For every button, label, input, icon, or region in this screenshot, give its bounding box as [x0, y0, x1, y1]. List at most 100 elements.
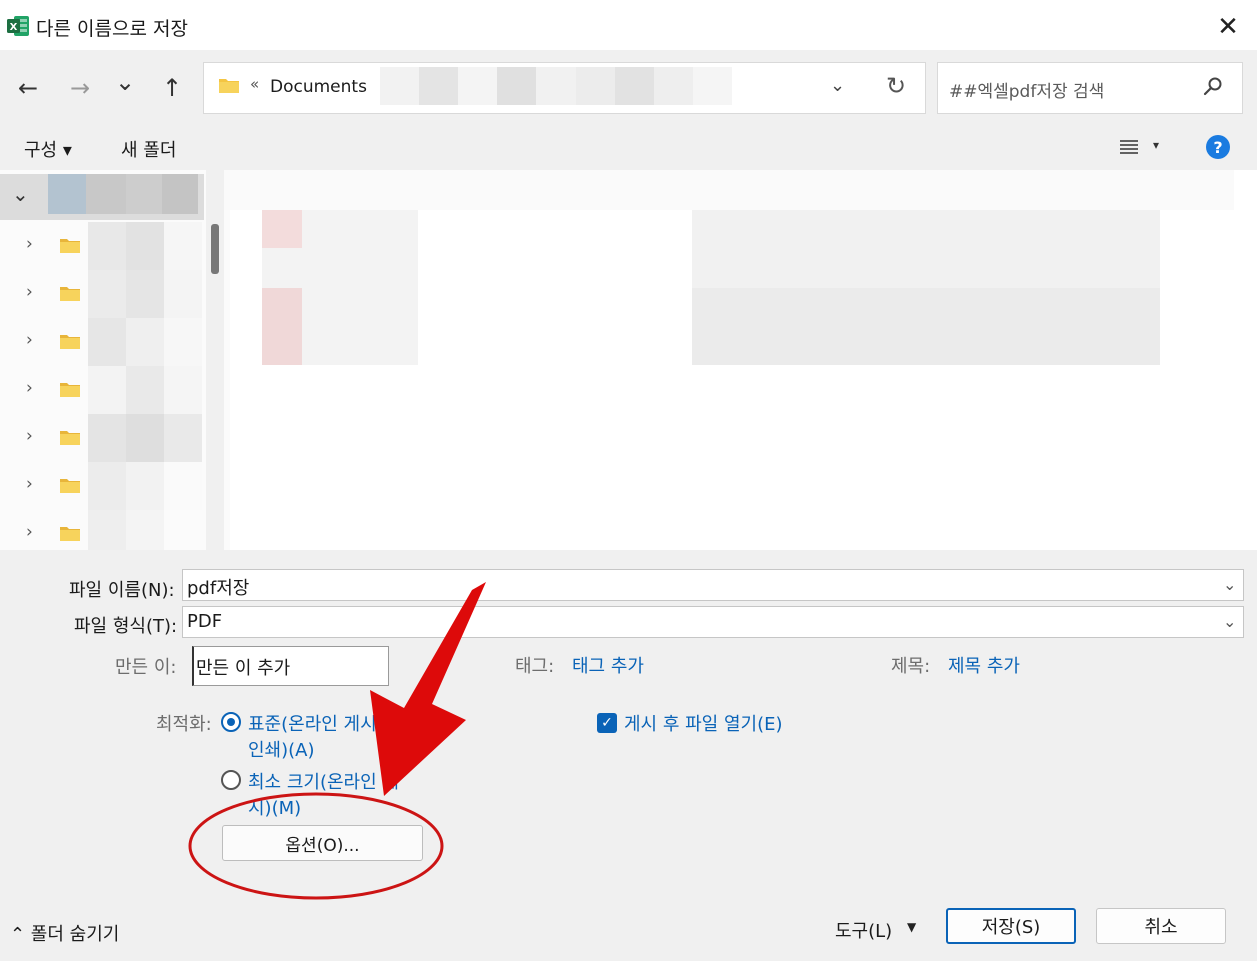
svg-text:X: X: [10, 22, 18, 33]
search-box[interactable]: ##엑셀pdf저장 검색: [937, 62, 1243, 114]
radio-minimum-label-line2[interactable]: 시)(M): [248, 794, 301, 820]
chevron-down-icon[interactable]: ⌄: [1223, 612, 1236, 631]
add-subject-link[interactable]: 제목 추가: [948, 652, 1020, 678]
filename-value[interactable]: pdf저장: [187, 574, 249, 600]
filetype-value[interactable]: PDF: [187, 611, 222, 632]
redacted-label: [88, 222, 202, 270]
chevron-down-icon[interactable]: ⌄: [1223, 575, 1236, 594]
close-button[interactable]: ✕: [1208, 8, 1248, 46]
address-bar[interactable]: « Documents ⌄ ↻: [203, 62, 926, 114]
chevron-right-icon[interactable]: ›: [26, 426, 33, 446]
folder-icon: [60, 383, 80, 397]
tree-folder-item[interactable]: ›: [0, 222, 204, 270]
breadcrumb-redacted: [380, 67, 732, 105]
file-icon-redacted: [262, 288, 302, 365]
tree-folder-item[interactable]: ›: [0, 414, 204, 462]
filetype-label: 파일 형식(T):: [74, 616, 178, 637]
redacted-label: [88, 366, 202, 414]
redacted-label: [88, 510, 202, 550]
file-details-redacted: [692, 288, 1160, 365]
redacted-block: [162, 174, 198, 214]
chevron-right-icon[interactable]: ›: [26, 474, 33, 494]
radio-selected-dot: [227, 718, 235, 726]
tree-root-item[interactable]: ⌄: [0, 174, 204, 220]
breadcrumb-documents[interactable]: Documents: [270, 77, 367, 97]
save-button[interactable]: 저장(S): [946, 908, 1076, 944]
column-header-redacted: [224, 170, 1234, 210]
redacted-label: [88, 318, 202, 366]
redacted-block: [126, 174, 162, 214]
search-icon[interactable]: [1202, 75, 1224, 97]
tree-scrollbar-thumb[interactable]: [211, 224, 219, 274]
up-arrow-icon[interactable]: ↑: [156, 72, 188, 104]
address-dropdown-icon[interactable]: ⌄: [830, 75, 845, 96]
chevron-right-icon[interactable]: ›: [26, 282, 33, 302]
navigation-pane: ⌄ › › › › › › ›: [0, 170, 230, 550]
redacted-block: [86, 174, 126, 214]
view-dropdown-icon[interactable]: ▾: [1153, 138, 1159, 152]
chevron-down-icon[interactable]: ⌄: [12, 182, 29, 206]
chevron-right-icon[interactable]: ›: [26, 378, 33, 398]
redacted-label: [88, 462, 202, 510]
folder-icon: [60, 527, 80, 541]
dialog-footer: ⌃ 폴더 숨기기 도구(L) ▼ 저장(S) 취소: [0, 870, 1257, 961]
radio-minimum-label-line1[interactable]: 최소 크기(온라인 게: [248, 768, 399, 794]
radio-standard-label-line2[interactable]: 인쇄)(A): [248, 736, 315, 762]
excel-app-icon: X: [7, 16, 29, 36]
recent-locations-chevron-icon[interactable]: ⌄: [109, 66, 141, 98]
add-tag-link[interactable]: 태그 추가: [572, 652, 644, 678]
forward-arrow-icon[interactable]: →: [64, 72, 96, 104]
author-input[interactable]: 만든 이 추가: [192, 646, 389, 686]
refresh-icon[interactable]: ↻: [886, 72, 906, 100]
tools-dropdown-icon[interactable]: ▼: [907, 920, 916, 934]
redacted-label: [88, 270, 202, 318]
back-arrow-icon[interactable]: ←: [12, 72, 44, 104]
redacted-label: [88, 414, 202, 462]
filename-label: 파일 이름(N):: [69, 580, 175, 601]
title-bar: X 다른 이름으로 저장 ✕: [0, 0, 1257, 50]
folder-icon: [60, 335, 80, 349]
save-options-form: 파일 이름(N): pdf저장 ⌄ 파일 형식(T): PDF ⌄ 만든 이: …: [0, 550, 1257, 870]
folder-icon: [60, 287, 80, 301]
file-icon-redacted: [262, 210, 302, 248]
organize-menu-button[interactable]: 구성 ▾: [24, 136, 72, 162]
author-label: 만든 이:: [115, 657, 177, 678]
options-button[interactable]: 옵션(O)...: [222, 825, 423, 861]
folder-icon: [60, 431, 80, 445]
breadcrumb-overflow-icon[interactable]: «: [250, 75, 259, 93]
subject-label: 제목:: [891, 656, 931, 677]
chevron-right-icon[interactable]: ›: [26, 234, 33, 254]
tree-folder-item[interactable]: ›: [0, 318, 204, 366]
redacted-block: [48, 174, 86, 214]
chevron-right-icon[interactable]: ›: [26, 330, 33, 350]
file-browser: ⌄ › › › › › › ›: [0, 170, 1257, 550]
window-title: 다른 이름으로 저장: [36, 18, 188, 40]
radio-standard-label-line1[interactable]: 표준(온라인 게시: [248, 710, 377, 736]
command-bar: 구성 ▾ 새 폴더 ▾ ?: [0, 126, 1257, 170]
filetype-select[interactable]: PDF ⌄: [182, 606, 1244, 638]
chevron-right-icon[interactable]: ›: [26, 522, 33, 542]
navigation-bar: ← → ⌄ ↑ « Documents ⌄ ↻ ##엑셀pdf저장 검색: [0, 50, 1257, 126]
cancel-button[interactable]: 취소: [1096, 908, 1226, 944]
help-icon[interactable]: ?: [1206, 135, 1230, 159]
hide-folders-button[interactable]: ⌃ 폴더 숨기기: [10, 920, 119, 946]
tree-folder-item[interactable]: ›: [0, 510, 204, 550]
radio-standard[interactable]: [221, 712, 241, 732]
filename-input[interactable]: pdf저장 ⌄: [182, 569, 1244, 601]
tree-folder-item[interactable]: ›: [0, 270, 204, 318]
folder-icon: [60, 239, 80, 253]
folder-icon: [60, 479, 80, 493]
tags-label: 태그:: [515, 656, 555, 677]
tree-folder-item[interactable]: ›: [0, 366, 204, 414]
search-placeholder[interactable]: ##엑셀pdf저장 검색: [949, 77, 1104, 102]
open-after-publish-label[interactable]: 게시 후 파일 열기(E): [624, 710, 783, 736]
author-value[interactable]: 만든 이 추가: [196, 654, 290, 680]
tree-folder-item[interactable]: ›: [0, 462, 204, 510]
new-folder-button[interactable]: 새 폴더: [121, 136, 176, 162]
optimize-label: 최적화:: [156, 714, 212, 735]
open-after-publish-checkbox[interactable]: ✓: [597, 713, 617, 733]
folder-icon: [219, 79, 239, 93]
tools-menu-button[interactable]: 도구(L): [835, 917, 892, 943]
radio-minimum-size[interactable]: [221, 770, 241, 790]
view-list-icon[interactable]: [1118, 136, 1140, 158]
